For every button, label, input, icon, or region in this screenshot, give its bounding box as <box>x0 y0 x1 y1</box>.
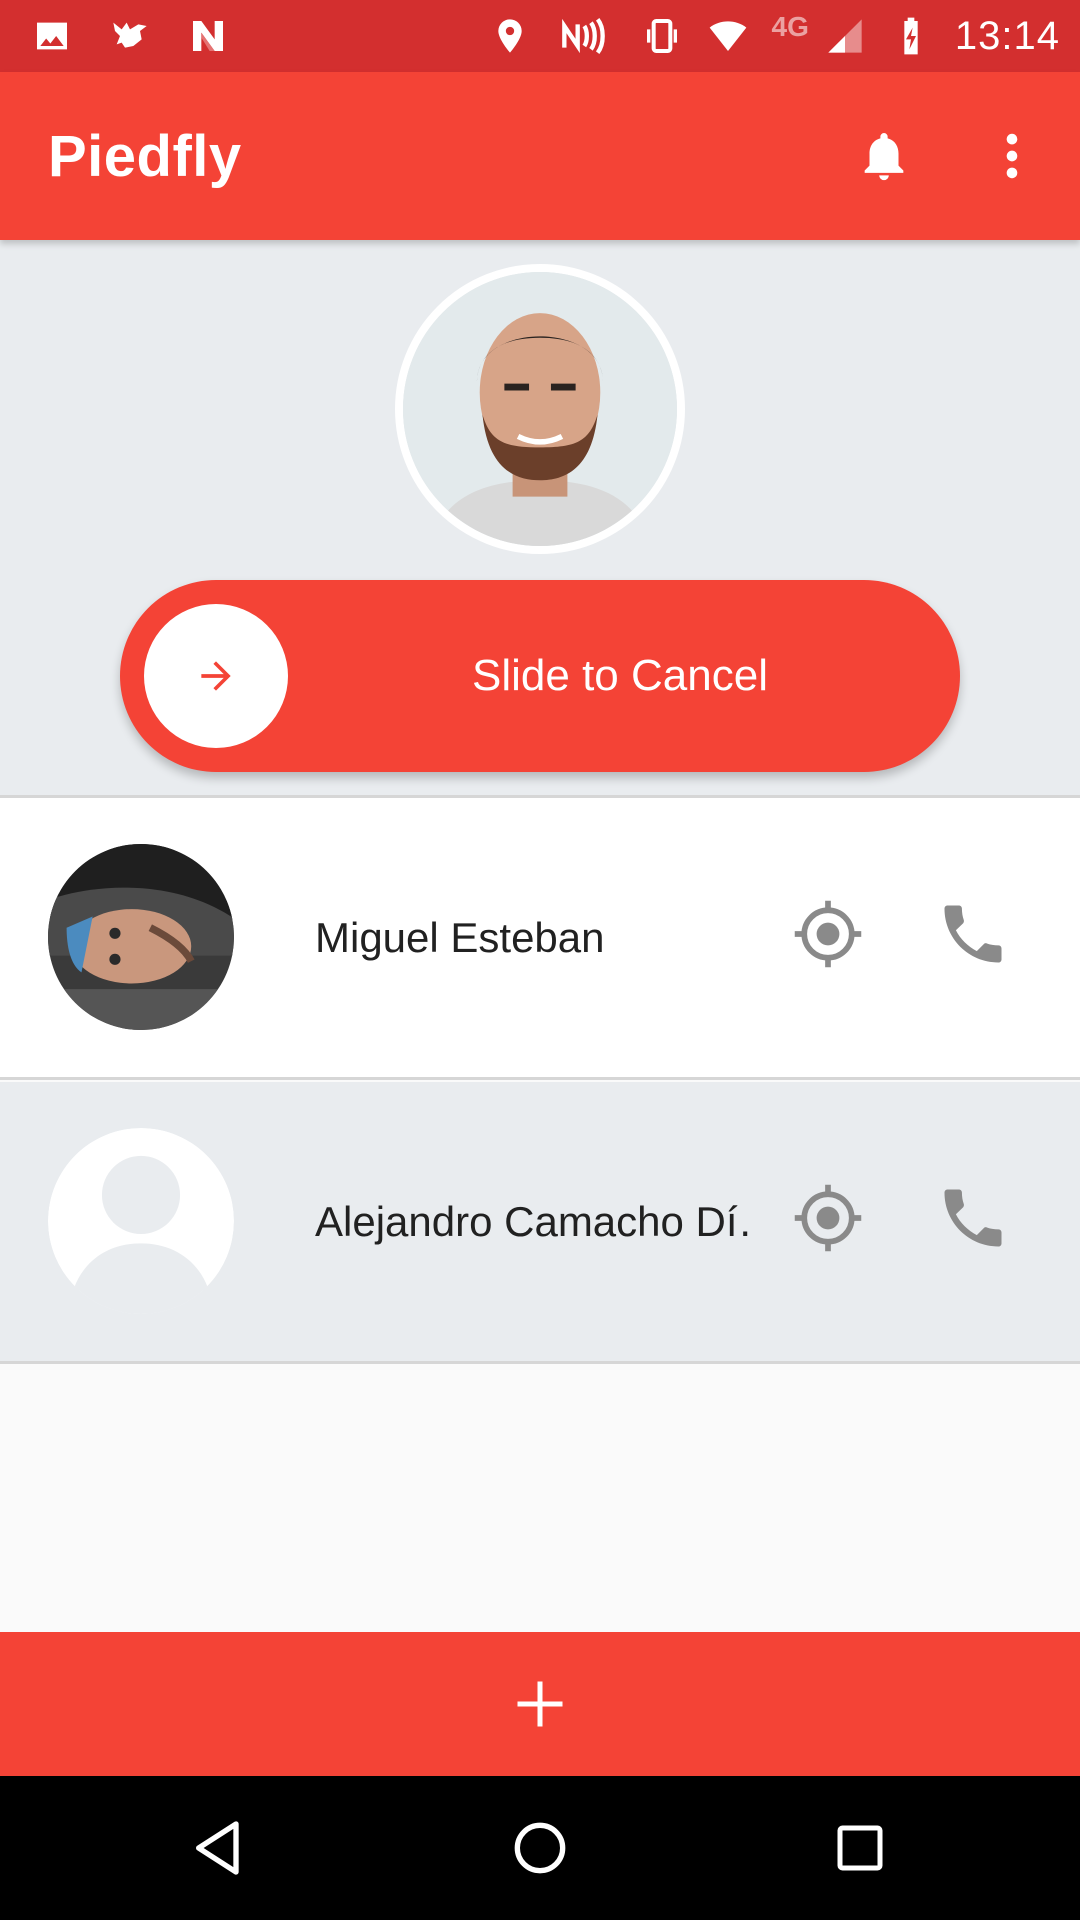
slider-handle[interactable] <box>144 604 288 748</box>
add-icon <box>517 1681 563 1727</box>
battery-charging-icon <box>889 14 933 58</box>
n-app-icon <box>186 14 230 58</box>
bird-icon <box>108 14 152 58</box>
bell-icon[interactable] <box>844 116 924 196</box>
back-icon[interactable] <box>165 1793 275 1903</box>
locate-icon[interactable] <box>790 896 866 972</box>
add-contact-button[interactable] <box>0 1632 1080 1776</box>
app-bar: Piedfly <box>0 72 1080 240</box>
active-alert-panel: Slide to Cancel <box>0 240 1080 798</box>
contact-avatar <box>48 844 234 1030</box>
contact-row[interactable]: Miguel Esteban <box>0 798 1080 1080</box>
image-icon <box>30 14 74 58</box>
contact-row[interactable]: Alejandro Camacho Dí… <box>0 1082 1080 1364</box>
signal-icon <box>823 14 867 58</box>
system-nav-bar <box>0 1776 1080 1920</box>
recents-icon[interactable] <box>805 1793 915 1903</box>
locate-icon[interactable] <box>790 1180 866 1256</box>
slider-label: Slide to Cancel <box>472 651 768 700</box>
phone-icon[interactable] <box>935 896 1011 972</box>
more-vert-icon[interactable] <box>972 116 1052 196</box>
arrow-right-icon <box>201 661 231 691</box>
wifi-icon <box>706 14 750 58</box>
location-icon <box>488 14 532 58</box>
contact-name: Alejandro Camacho Dí… <box>315 1197 755 1245</box>
home-icon[interactable] <box>485 1793 595 1903</box>
contact-avatar-placeholder <box>48 1128 234 1314</box>
slide-to-cancel-slider[interactable]: Slide to Cancel <box>120 580 960 772</box>
vibrate-icon <box>640 14 684 58</box>
network-4g-icon: 4G <box>771 11 809 42</box>
user-avatar <box>395 264 685 554</box>
app-title: Piedfly <box>48 123 242 189</box>
clock: 13:14 <box>954 13 1060 58</box>
contact-name: Miguel Esteban <box>315 913 605 961</box>
nfc-icon <box>554 14 618 58</box>
status-bar: 4G 13:14 <box>0 0 1080 72</box>
phone-icon[interactable] <box>935 1180 1011 1256</box>
